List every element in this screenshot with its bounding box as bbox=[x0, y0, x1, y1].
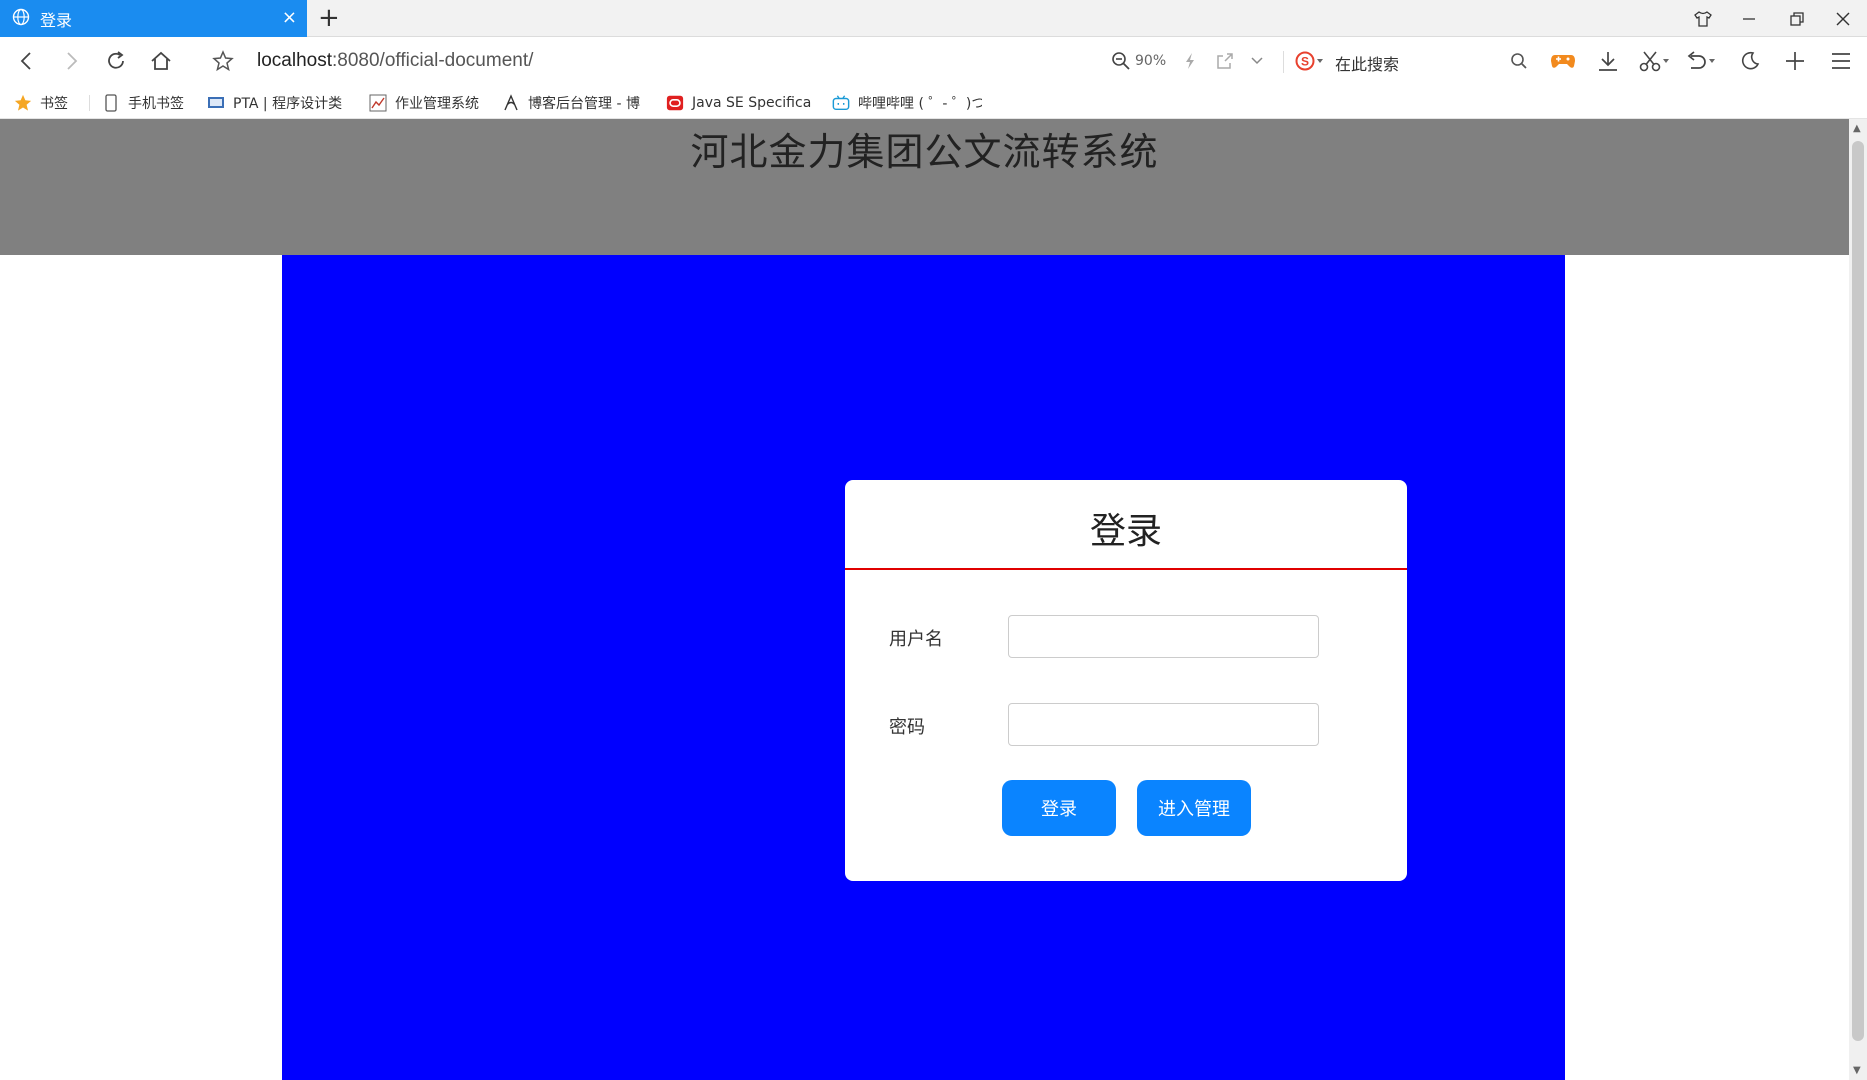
bookmark-label: 哔哩哔哩 ( ゜- ゜)つ bbox=[858, 96, 982, 112]
enter-admin-button[interactable]: 进入管理 bbox=[1137, 780, 1251, 836]
address-bar[interactable]: localhost:8080/official-document/ bbox=[257, 50, 533, 72]
plus-icon[interactable] bbox=[1780, 47, 1810, 75]
undo-icon[interactable] bbox=[1683, 47, 1719, 75]
bookmark-item[interactable]: PTA | 程序设计类 bbox=[207, 92, 355, 114]
pta-icon bbox=[207, 94, 225, 112]
night-mode-icon[interactable] bbox=[1735, 47, 1765, 75]
download-icon[interactable] bbox=[1593, 47, 1623, 75]
zoom-icon[interactable] bbox=[1106, 47, 1136, 75]
oracle-icon bbox=[666, 94, 684, 112]
page-header: 河北金力集团公文流转系统 bbox=[0, 119, 1849, 255]
bookmark-label: PTA | 程序设计类 bbox=[233, 96, 343, 112]
forward-icon[interactable] bbox=[56, 47, 86, 75]
star-icon bbox=[14, 94, 32, 112]
bookmark-label: Java SE Specifica bbox=[692, 95, 812, 111]
search-icon[interactable] bbox=[1504, 47, 1534, 75]
close-window-icon[interactable] bbox=[1828, 6, 1858, 32]
tab-strip: 登录 × + bbox=[0, 0, 1867, 37]
scroll-down-arrow-icon[interactable]: ▼ bbox=[1853, 1065, 1861, 1076]
username-label: 用户名 bbox=[889, 629, 943, 650]
bookmark-label: 博客后台管理 - 博 bbox=[528, 96, 640, 112]
blog-icon bbox=[502, 94, 520, 112]
svg-text:S: S bbox=[1301, 55, 1309, 69]
browser-toolbar: localhost:8080/official-document/ 90% S … bbox=[0, 37, 1867, 85]
username-input[interactable] bbox=[1008, 615, 1319, 658]
bookmark-item[interactable]: 作业管理系统 bbox=[369, 92, 479, 114]
bookmark-divider bbox=[89, 95, 90, 111]
scissors-icon[interactable] bbox=[1637, 47, 1673, 75]
tab-close-icon[interactable]: × bbox=[282, 8, 297, 28]
share-icon[interactable] bbox=[1210, 47, 1240, 75]
bookmark-label: 作业管理系统 bbox=[395, 96, 479, 112]
title-divider bbox=[845, 568, 1407, 570]
bookmark-label: 书签 bbox=[40, 96, 68, 112]
lightning-icon[interactable] bbox=[1175, 47, 1205, 75]
phone-icon bbox=[102, 94, 120, 112]
zoom-level[interactable]: 90% bbox=[1135, 53, 1166, 69]
browser-tab[interactable]: 登录 × bbox=[0, 0, 307, 37]
tab-title: 登录 bbox=[40, 10, 73, 30]
bookmark-label: 手机书签 bbox=[128, 96, 184, 112]
login-card: 登录 用户名 密码 登录 进入管理 bbox=[845, 480, 1407, 881]
bookmarks-bar: 书签 手机书签 PTA | 程序设计类 作业管理系统 博客后台管理 - 博 Ja… bbox=[0, 85, 1867, 119]
restore-icon[interactable] bbox=[1782, 6, 1812, 32]
bookmark-item[interactable]: 哔哩哔哩 ( ゜- ゜)つ bbox=[832, 92, 982, 114]
bookmark-item[interactable]: Java SE Specifica bbox=[666, 92, 814, 114]
sogou-search-engine-icon[interactable]: S bbox=[1293, 47, 1329, 75]
home-icon[interactable] bbox=[146, 47, 176, 75]
url-path: :8080/official-document/ bbox=[332, 50, 534, 71]
globe-icon bbox=[12, 8, 30, 30]
bookmark-star-icon[interactable] bbox=[208, 47, 238, 75]
toolbar-divider bbox=[1283, 51, 1284, 73]
scrollbar-thumb[interactable] bbox=[1852, 141, 1864, 1041]
password-label: 密码 bbox=[889, 717, 925, 738]
chart-icon bbox=[369, 94, 387, 112]
password-input[interactable] bbox=[1008, 703, 1319, 746]
back-icon[interactable] bbox=[12, 47, 42, 75]
reload-icon[interactable] bbox=[101, 47, 131, 75]
minimize-icon[interactable] bbox=[1734, 6, 1764, 32]
bookmark-item[interactable]: 博客后台管理 - 博 bbox=[502, 92, 648, 114]
bookmark-item[interactable]: 手机书签 bbox=[102, 92, 184, 114]
gamepad-icon[interactable] bbox=[1548, 47, 1578, 75]
scroll-up-arrow-icon[interactable]: ▲ bbox=[1853, 123, 1861, 134]
page-scrollbar[interactable]: ▲ ▼ bbox=[1849, 119, 1867, 1080]
shirt-skin-icon[interactable] bbox=[1688, 6, 1718, 32]
new-tab-button[interactable]: + bbox=[318, 4, 340, 32]
bilibili-icon bbox=[832, 94, 850, 112]
bookmark-item[interactable]: 书签 bbox=[14, 92, 68, 114]
url-host: localhost bbox=[257, 50, 332, 71]
search-input[interactable]: 在此搜索 bbox=[1335, 51, 1399, 75]
page-title: 河北金力集团公文流转系统 bbox=[690, 130, 1159, 174]
login-button[interactable]: 登录 bbox=[1002, 780, 1116, 836]
login-title: 登录 bbox=[1089, 511, 1162, 552]
menu-icon[interactable] bbox=[1826, 47, 1856, 75]
chevron-down-icon[interactable] bbox=[1242, 47, 1272, 75]
